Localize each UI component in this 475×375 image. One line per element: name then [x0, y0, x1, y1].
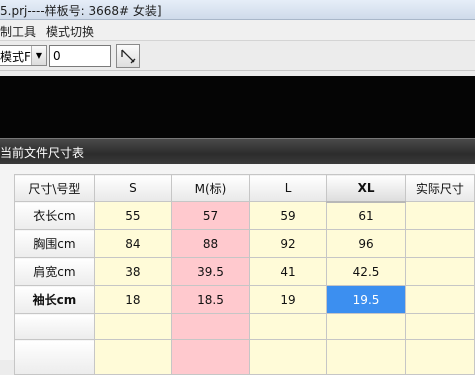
row-header[interactable]: 胸围cm: [14, 229, 95, 258]
table-cell[interactable]: [248, 339, 328, 375]
table-cell[interactable]: [326, 339, 406, 375]
row-header[interactable]: 肩宽cm: [14, 257, 95, 286]
table-cell[interactable]: [404, 257, 475, 286]
table-cell[interactable]: 55: [93, 201, 173, 230]
column-header[interactable]: L: [248, 174, 328, 202]
table-cell[interactable]: 84: [93, 229, 173, 258]
pen-icon: [121, 49, 136, 64]
menu-bar: 制工具 模式切换: [0, 20, 475, 41]
table-cell[interactable]: 96: [326, 229, 406, 258]
size-table-area: 尺寸\号型 S M(标) L XL 实际尺寸 衣长cm 55 57 59 61 …: [0, 164, 475, 375]
table-cell[interactable]: 61: [326, 201, 406, 230]
window-title: 5.prj----样板号: 3668# 女装]: [0, 4, 162, 18]
table-row: 袖长cm 18 18.5 19 19.5: [14, 285, 475, 314]
table-cell[interactable]: 38: [93, 257, 173, 286]
table-cell[interactable]: [171, 339, 250, 375]
table-cell[interactable]: 41: [248, 257, 328, 286]
column-header[interactable]: XL: [326, 174, 406, 203]
table-cell[interactable]: [404, 201, 475, 230]
table-row: 肩宽cm 38 39.5 41 42.5: [14, 257, 475, 286]
table-cell[interactable]: [93, 313, 173, 340]
canvas-area: [0, 76, 475, 138]
table-cell[interactable]: [326, 313, 406, 340]
selected-cell[interactable]: 19.5: [326, 285, 406, 314]
menu-item-mode-switch[interactable]: 模式切换: [46, 23, 94, 40]
table-cell[interactable]: 19: [248, 285, 328, 314]
table-cell[interactable]: 88: [171, 229, 250, 258]
table-row-empty: [14, 313, 475, 340]
row-header[interactable]: [14, 339, 95, 375]
table-cell[interactable]: [171, 313, 250, 340]
row-header[interactable]: 袖长cm: [14, 285, 95, 314]
toolbar: 模式F5 ▼: [0, 41, 475, 71]
pen-tool-button[interactable]: [116, 44, 140, 68]
mode-select[interactable]: 模式F5 ▼: [0, 45, 47, 66]
table-cell[interactable]: 39.5: [171, 257, 250, 286]
table-cell[interactable]: [248, 313, 328, 340]
panel-title: 当前文件尺寸表: [0, 146, 85, 160]
column-header[interactable]: S: [93, 174, 173, 202]
column-header[interactable]: 尺寸\号型: [14, 174, 95, 202]
table-cell[interactable]: 92: [248, 229, 328, 258]
title-bar: 5.prj----样板号: 3668# 女装]: [0, 0, 475, 20]
table-row: 衣长cm 55 57 59 61: [14, 201, 475, 230]
table-cell[interactable]: 42.5: [326, 257, 406, 286]
table-row: 胸围cm 84 88 92 96: [14, 229, 475, 258]
row-header[interactable]: [14, 313, 95, 340]
table-header-row: 尺寸\号型 S M(标) L XL 实际尺寸: [14, 174, 475, 203]
table-cell[interactable]: [404, 313, 475, 340]
table-cell[interactable]: [404, 339, 475, 375]
value-input[interactable]: [49, 45, 111, 67]
table-cell[interactable]: [404, 285, 475, 314]
panel-header: 当前文件尺寸表: [0, 138, 475, 164]
row-header[interactable]: 衣长cm: [14, 201, 95, 230]
column-header[interactable]: 实际尺寸: [404, 174, 475, 202]
table-cell[interactable]: 59: [248, 201, 328, 230]
column-header[interactable]: M(标): [171, 174, 250, 202]
table-cell[interactable]: [404, 229, 475, 258]
table-cell[interactable]: 57: [171, 201, 250, 230]
size-table: 尺寸\号型 S M(标) L XL 实际尺寸 衣长cm 55 57 59 61 …: [14, 174, 475, 375]
table-cell[interactable]: 18: [93, 285, 173, 314]
menu-item-tools[interactable]: 制工具: [0, 23, 36, 40]
table-cell[interactable]: 18.5: [171, 285, 250, 314]
table-cell[interactable]: [93, 339, 173, 375]
chevron-down-icon[interactable]: ▼: [31, 46, 46, 65]
table-row-empty: [14, 339, 475, 375]
